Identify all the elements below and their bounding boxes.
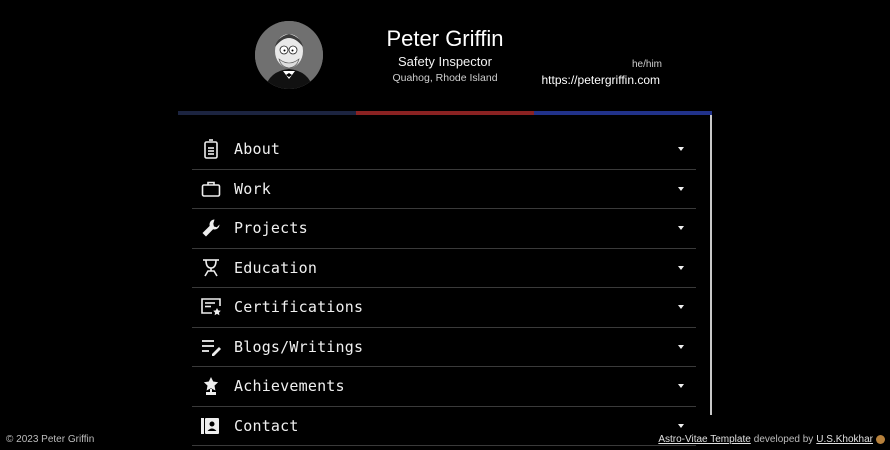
certificate-icon <box>200 296 222 318</box>
graduation-icon <box>200 257 222 279</box>
chevron-down-icon <box>678 384 684 389</box>
chevron-down-icon <box>678 423 684 428</box>
author-link[interactable]: U.S.Khokhar <box>816 434 873 445</box>
section-label: Projects <box>234 219 308 238</box>
section-work[interactable]: Work <box>192 170 696 209</box>
section-label: About <box>234 140 281 159</box>
section-label: Work <box>234 179 271 198</box>
website-link[interactable]: https://petergriffin.com <box>520 73 661 87</box>
section-certifications[interactable]: Certifications <box>192 288 696 328</box>
chevron-down-icon <box>678 344 684 349</box>
chevron-down-icon <box>678 305 684 310</box>
section-achievements[interactable]: Achievements <box>192 367 696 407</box>
briefcase-icon <box>200 178 222 200</box>
profile-title: Safety Inspector <box>398 54 492 69</box>
chevron-down-icon <box>678 186 684 191</box>
section-label: Certifications <box>234 298 364 317</box>
footer-copyright: © 2023 Peter Griffin <box>6 434 95 445</box>
section-label: Education <box>234 258 318 277</box>
coffee-icon <box>876 435 885 444</box>
chevron-down-icon <box>678 265 684 270</box>
section-label: Achievements <box>234 377 345 396</box>
id-badge-icon <box>200 138 222 160</box>
edit-list-icon <box>200 336 222 358</box>
profile-header: Peter Griffin Safety Inspector Quahog, R… <box>0 0 890 112</box>
section-projects[interactable]: Projects <box>192 209 696 249</box>
profile-name: Peter Griffin <box>386 26 504 51</box>
wrench-icon <box>200 217 222 239</box>
trophy-icon <box>200 375 222 397</box>
section-label: Contact <box>234 416 299 435</box>
developed-by-text: developed by <box>753 434 814 445</box>
chevron-down-icon <box>678 147 684 152</box>
section-education[interactable]: Education <box>192 249 696 288</box>
avatar <box>255 21 323 89</box>
contact-book-icon <box>200 415 222 437</box>
template-link[interactable]: Astro-Vitae Template <box>658 434 750 445</box>
chevron-down-icon <box>678 226 684 231</box>
section-menu: About Work Projects Education Certificat… <box>192 130 696 446</box>
section-about[interactable]: About <box>192 130 696 170</box>
profile-location: Quahog, Rhode Island <box>392 72 498 84</box>
section-blogs[interactable]: Blogs/Writings <box>192 328 696 367</box>
section-contact[interactable]: Contact <box>192 407 696 446</box>
profile-pronouns: he/him <box>631 59 662 70</box>
section-label: Blogs/Writings <box>234 337 364 356</box>
footer-credits: Astro-Vitae Template developed by U.S.Kh… <box>658 434 885 445</box>
